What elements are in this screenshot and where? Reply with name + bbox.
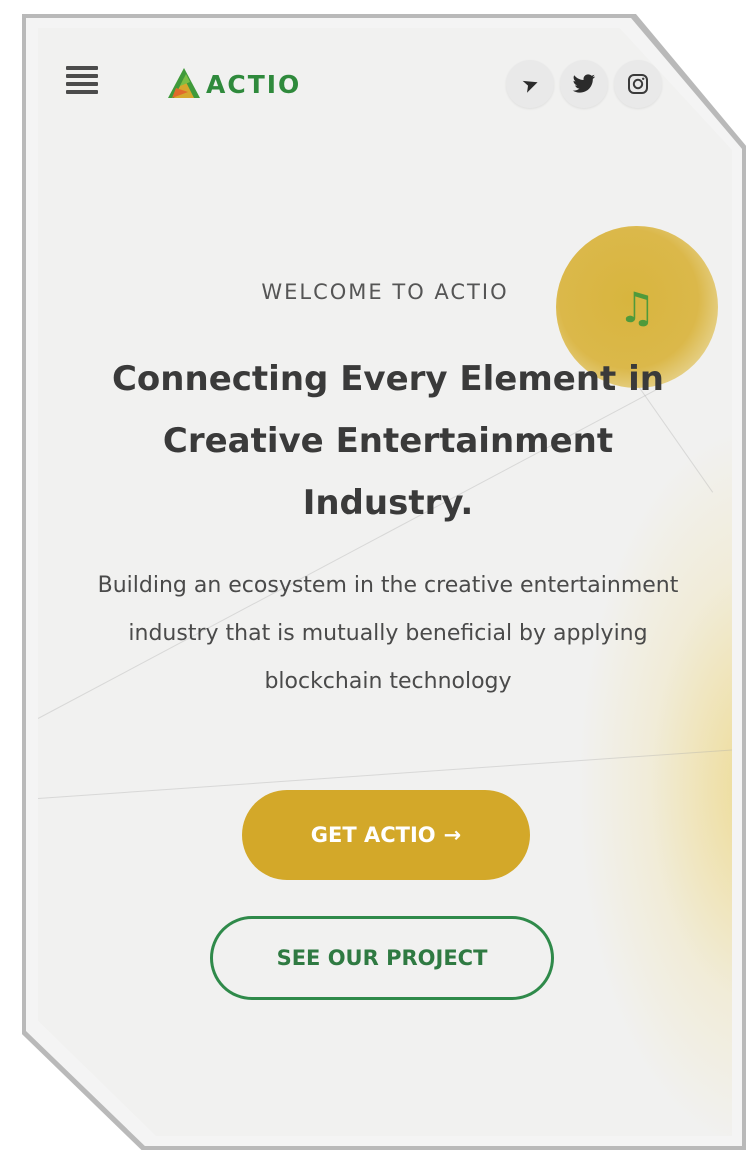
get-actio-label: GET ACTIO [310,823,436,847]
telegram-button[interactable]: ➤ [506,60,554,108]
twitter-icon [572,74,596,93]
welcome-eyebrow: WELCOME TO ACTIO [261,280,509,304]
actio-logo-icon [168,68,200,98]
mobile-screen: ACTIO ➤ ♫ WELCOME TO ACTIO Connecting Ev… [38,28,732,1136]
instagram-icon [628,74,648,94]
hero-headline: Connecting Every Element in Creative Ent… [111,359,665,523]
logo-text: ACTIO [206,69,302,99]
logo[interactable]: ACTIO [166,66,301,102]
social-links: ➤ [506,60,662,108]
instagram-button[interactable] [614,60,662,108]
device-frame: ACTIO ➤ ♫ WELCOME TO ACTIO Connecting Ev… [0,0,747,1151]
get-actio-button[interactable]: GET ACTIO → [242,790,530,880]
twitter-button[interactable] [560,60,608,108]
telegram-icon: ➤ [518,69,542,99]
hero-subtext: Building an ecosystem in the creative en… [97,573,679,694]
arrow-right-icon: → [443,823,462,847]
see-our-project-button[interactable]: SEE OUR PROJECT [210,916,554,1000]
hamburger-menu-icon[interactable] [66,66,98,94]
